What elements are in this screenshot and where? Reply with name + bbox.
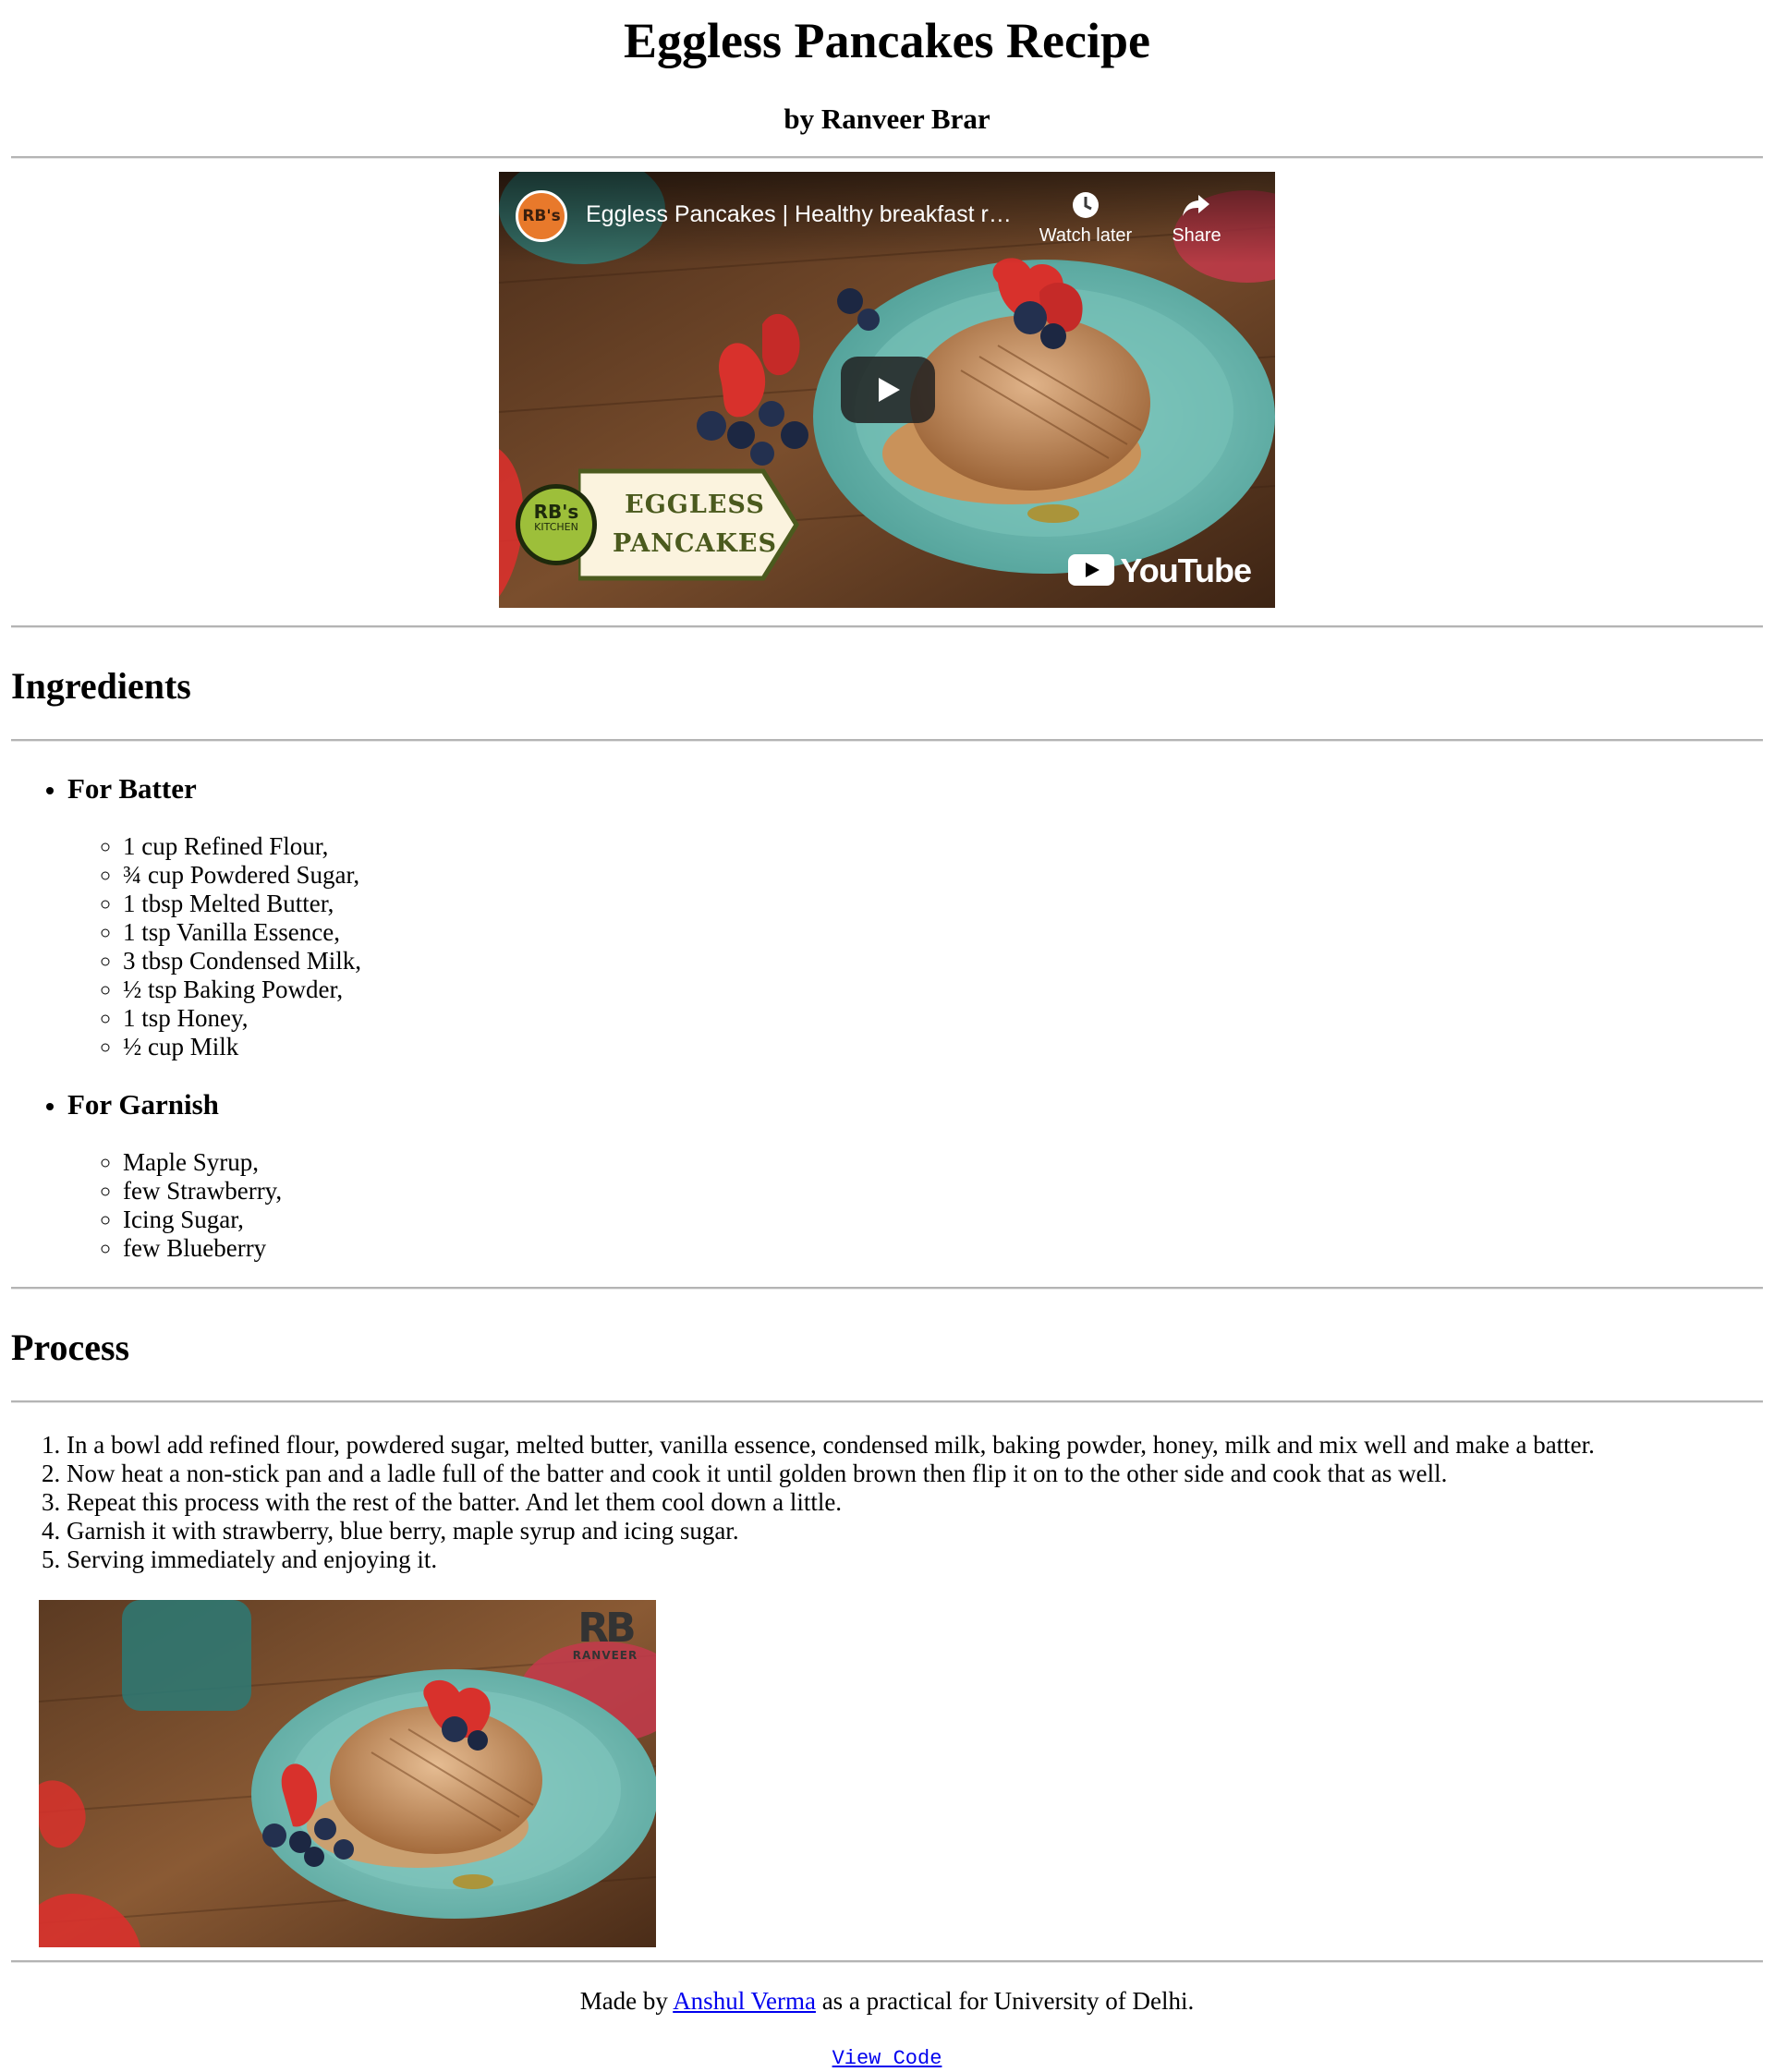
footer-prefix: Made by — [579, 1987, 674, 2016]
group-title-batter: For Batter — [67, 772, 197, 806]
play-icon — [879, 378, 900, 402]
youtube-play-icon — [1068, 554, 1115, 587]
banner-tag: EGGLESS PANCAKES — [578, 467, 800, 582]
recipe-page: Eggless Pancakes Recipe by Ranveer Brar — [11, 0, 1763, 2070]
divider — [11, 739, 1763, 743]
ingredient-group: For Garnish Maple Syrup, few Strawberry,… — [67, 1088, 1763, 1263]
step-item: Now heat a non-stick pan and a ladle ful… — [67, 1460, 1763, 1488]
video-container: RB's Eggless Pancakes | Healthy breakfas… — [11, 172, 1763, 614]
video-title-link[interactable]: Eggless Pancakes | Healthy breakfast r… — [586, 200, 1048, 229]
list-item: 1 tsp Vanilla Essence, — [123, 918, 1763, 947]
list-item: 1 cup Refined Flour, — [123, 832, 1763, 861]
ingredient-groups: For Batter 1 cup Refined Flour, ¾ cup Po… — [11, 772, 1763, 1263]
play-button[interactable] — [841, 357, 935, 423]
process-steps: In a bowl add refined flour, powdered su… — [11, 1431, 1763, 1574]
page-title: Eggless Pancakes Recipe — [624, 13, 1150, 68]
watch-later-label: Watch later — [1039, 225, 1133, 246]
ingredients-heading: Ingredients — [11, 665, 191, 708]
ranveer-watermark: RB RANVEER — [572, 1605, 638, 1663]
step-item: Serving immediately and enjoying it. — [67, 1545, 1763, 1574]
kitchen-logo: RB's KITCHEN — [516, 484, 597, 565]
list-item: 3 tbsp Condensed Milk, — [123, 947, 1763, 975]
list-item: Maple Syrup, — [123, 1148, 1763, 1177]
youtube-embed[interactable]: RB's Eggless Pancakes | Healthy breakfas… — [499, 172, 1275, 608]
share-button[interactable]: Share — [1146, 188, 1247, 247]
view-code-container: View Code — [11, 2042, 1763, 2070]
author-link[interactable]: Anshul Verma — [673, 1987, 816, 2015]
list-item: few Blueberry — [123, 1234, 1763, 1263]
share-label: Share — [1172, 225, 1221, 246]
video-title-banner: RB's KITCHEN EGGLESS PANCAKES — [516, 466, 800, 584]
share-arrow-icon — [1146, 188, 1247, 222]
step-item: Garnish it with strawberry, blue berry, … — [67, 1517, 1763, 1545]
divider — [11, 1960, 1763, 1964]
banner-line-2: PANCAKES — [613, 529, 777, 558]
banner-line-1: EGGLESS — [625, 491, 765, 519]
list-item: ¾ cup Powdered Sugar, — [123, 861, 1763, 890]
group-title-garnish: For Garnish — [67, 1088, 219, 1121]
batter-items: 1 cup Refined Flour, ¾ cup Powdered Suga… — [67, 832, 1763, 1061]
divider — [11, 156, 1763, 159]
step-item: Repeat this process with the rest of the… — [67, 1488, 1763, 1517]
garnish-items: Maple Syrup, few Strawberry, Icing Sugar… — [67, 1148, 1763, 1263]
list-item: ½ cup Milk — [123, 1033, 1763, 1061]
list-item: ½ tsp Baking Powder, — [123, 975, 1763, 1004]
watch-later-button[interactable]: Watch later — [1035, 188, 1136, 247]
step-item: In a bowl add refined flour, powdered su… — [67, 1431, 1763, 1460]
process-heading: Process — [11, 1327, 130, 1369]
clock-icon — [1035, 188, 1136, 222]
list-item: few Strawberry, — [123, 1177, 1763, 1206]
footer-credit: Made by Anshul Verma as a practical for … — [11, 1987, 1763, 2016]
ingredient-group: For Batter 1 cup Refined Flour, ¾ cup Po… — [67, 772, 1763, 1061]
list-item: 1 tsp Honey, — [123, 1004, 1763, 1033]
channel-avatar[interactable]: RB's — [516, 190, 567, 242]
footer-suffix: as a practical for University of Delhi. — [815, 1987, 1195, 2016]
list-item: 1 tbsp Melted Butter, — [123, 890, 1763, 918]
youtube-logo[interactable]: YouTube — [1068, 551, 1252, 589]
author-byline: by Ranveer Brar — [784, 103, 990, 135]
pancake-photo: RB RANVEER — [39, 1600, 656, 1948]
list-item: Icing Sugar, — [123, 1206, 1763, 1234]
view-code-link[interactable]: View Code — [832, 2047, 942, 2070]
divider — [11, 1400, 1763, 1404]
